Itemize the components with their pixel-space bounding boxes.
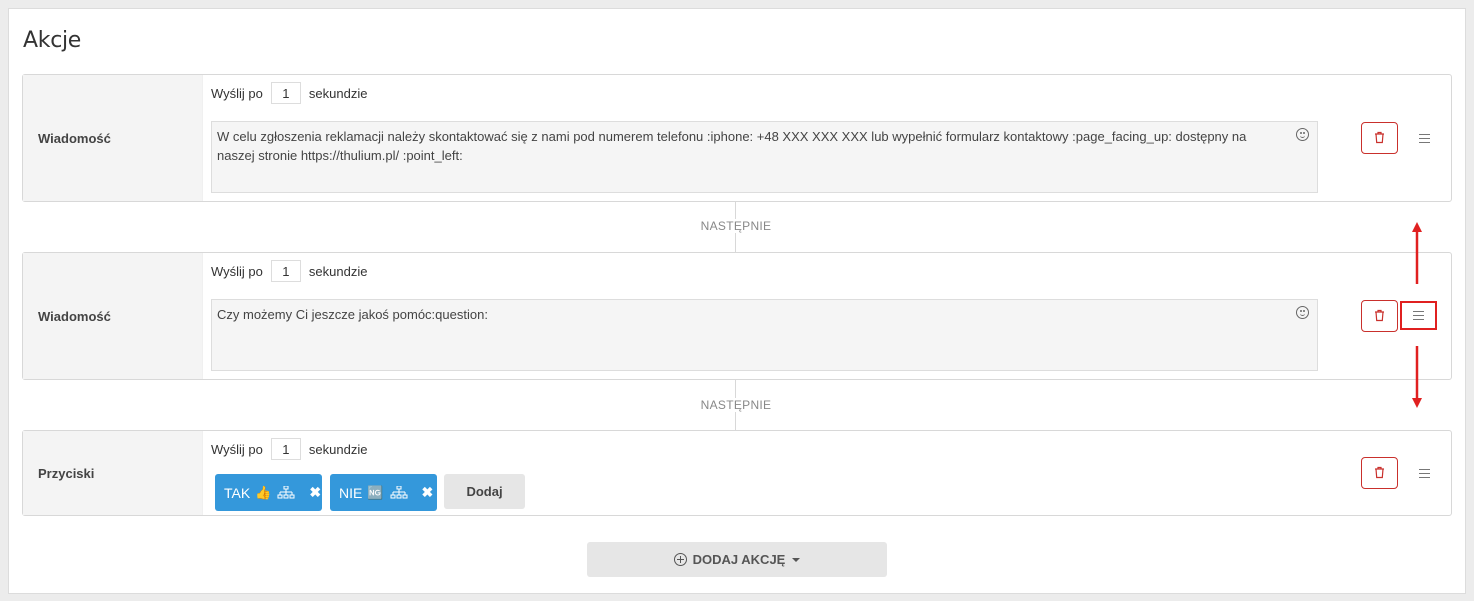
delay-prefix: Wyślij po [211,441,263,457]
close-icon[interactable]: ✖ [422,484,434,501]
quick-reply-button-nie[interactable]: NIE 🆖 ✖ [330,474,437,511]
separator-label: NASTĘPNIE [686,398,786,412]
action-card-2: Wiadomość Wyślij po sekundzie Czy możemy… [22,252,1452,380]
smiley-icon[interactable] [1296,128,1309,141]
delete-action-button[interactable] [1361,122,1398,154]
delay-prefix: Wyślij po [211,85,263,101]
action-type-label: Przyciski [23,431,203,515]
annotation-arrow-up-icon [1412,222,1422,284]
delete-action-button[interactable] [1361,457,1398,489]
delay-row: Wyślij po sekundzie [211,82,367,104]
message-textarea[interactable]: Czy możemy Ci jeszcze jakoś pomóc:questi… [211,299,1318,371]
smiley-icon[interactable] [1296,306,1309,319]
delay-suffix: sekundzie [308,263,368,279]
action-type-label: Wiadomość [23,75,203,201]
drag-handle-icon[interactable] [1409,125,1439,151]
delay-input[interactable] [270,260,301,282]
thumbs-up-emoji: 👍 [255,484,272,500]
add-action-button[interactable]: DODAJ AKCJĘ [587,542,887,577]
action-card-3: Przyciski Wyślij po sekundzie TAK 👍 ✖ NI… [22,430,1452,516]
caret-down-icon [792,557,801,562]
action-type-label: Wiadomość [23,253,203,379]
close-icon[interactable]: ✖ [309,484,321,501]
message-text: Czy możemy Ci jeszcze jakoś pomóc:questi… [217,307,488,322]
trash-icon [1375,131,1384,144]
delay-row: Wyślij po sekundzie [211,438,367,460]
drag-handle-icon[interactable] [1400,301,1437,330]
trash-icon [1375,466,1384,479]
quick-reply-button-tak[interactable]: TAK 👍 ✖ [215,474,322,511]
add-button-button[interactable]: Dodaj [444,474,525,509]
plus-circle-icon [673,553,687,566]
sitemap-icon[interactable] [277,485,295,500]
delete-action-button[interactable] [1361,300,1398,332]
separator-label: NASTĘPNIE [686,219,786,233]
annotation-arrow-down-icon [1412,346,1422,408]
ng-emoji: 🆖 [367,484,384,500]
sitemap-icon[interactable] [390,485,408,500]
message-text: W celu zgłoszenia reklamacji należy skon… [217,129,1247,163]
page-title: Akcje [23,28,82,53]
delay-input[interactable] [270,438,301,460]
chip-label: TAK [224,484,251,501]
delay-prefix: Wyślij po [211,263,263,279]
action-card-1: Wiadomość Wyślij po sekundzie W celu zgł… [22,74,1452,202]
delay-suffix: sekundzie [308,441,368,457]
delay-row: Wyślij po sekundzie [211,260,367,282]
delay-suffix: sekundzie [308,85,368,101]
message-textarea[interactable]: W celu zgłoszenia reklamacji należy skon… [211,121,1318,193]
add-action-label: DODAJ AKCJĘ [692,552,786,567]
trash-icon [1375,309,1384,322]
drag-handle-icon[interactable] [1409,460,1439,486]
chip-label: NIE [339,484,363,501]
delay-input[interactable] [270,82,301,104]
